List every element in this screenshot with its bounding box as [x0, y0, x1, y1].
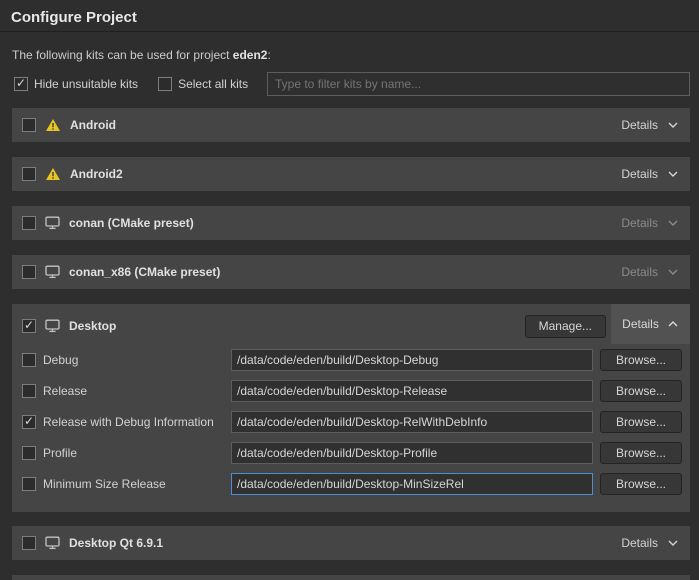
- kit-row-conan[interactable]: conan (CMake preset) Details: [12, 206, 690, 240]
- build-dir-input[interactable]: [231, 380, 593, 402]
- kit-name: conan (CMake preset): [69, 216, 194, 230]
- chevron-down-icon: [667, 170, 679, 178]
- kit-row-android2[interactable]: Android2 Details: [12, 157, 690, 191]
- intro-prefix: The following kits can be used for proje…: [12, 48, 233, 62]
- monitor-icon: [45, 536, 60, 550]
- chevron-down-icon: [667, 121, 679, 129]
- build-config-checkbox[interactable]: [22, 384, 36, 398]
- chevron-down-icon: [667, 219, 679, 227]
- monitor-icon: [45, 216, 60, 230]
- details-button-expanded[interactable]: Details: [611, 304, 690, 344]
- next-kit-row-partial: [12, 575, 690, 580]
- kit-name: Android2: [70, 167, 123, 181]
- build-config-checkbox[interactable]: [22, 415, 36, 429]
- browse-button[interactable]: Browse...: [600, 442, 682, 464]
- warning-icon: [45, 118, 61, 132]
- intro-text: The following kits can be used for proje…: [0, 32, 699, 62]
- kit-checkbox[interactable]: [22, 265, 36, 279]
- manage-button[interactable]: Manage...: [525, 315, 606, 338]
- details-button: Details: [621, 265, 679, 279]
- select-all-checkbox[interactable]: [158, 77, 172, 91]
- details-label: Details: [621, 536, 658, 550]
- details-button[interactable]: Details: [621, 536, 679, 550]
- project-name: eden2: [233, 48, 268, 62]
- kit-row-conan-x86[interactable]: conan_x86 (CMake preset) Details: [12, 255, 690, 289]
- build-config-checkbox[interactable]: [22, 353, 36, 367]
- kit-row-desktop-qt[interactable]: Desktop Qt 6.9.1 Details: [12, 526, 690, 560]
- kit-checkbox[interactable]: [22, 167, 36, 181]
- build-dir-input[interactable]: [231, 442, 593, 464]
- build-config-row-minsizerel: Minimum Size Release Browse...: [22, 473, 682, 495]
- browse-button[interactable]: Browse...: [600, 349, 682, 371]
- build-config-label: Minimum Size Release: [43, 477, 231, 491]
- hide-unsuitable-checkbox[interactable]: [14, 77, 28, 91]
- kit-row-desktop[interactable]: Desktop Manage... Details: [12, 304, 690, 348]
- browse-button[interactable]: Browse...: [600, 411, 682, 433]
- page-title: Configure Project: [0, 0, 699, 31]
- monitor-icon: [45, 319, 60, 333]
- kit-row-android[interactable]: Android Details: [12, 108, 690, 142]
- kit-checkbox[interactable]: [22, 216, 36, 230]
- build-config-row-relwithdebinfo: Release with Debug Information Browse...: [22, 411, 682, 433]
- chevron-up-icon: [667, 320, 679, 328]
- build-config-row-release: Release Browse...: [22, 380, 682, 402]
- details-button: Details: [621, 216, 679, 230]
- build-config-label: Debug: [43, 353, 231, 367]
- monitor-icon: [45, 265, 60, 279]
- build-config-label: Release: [43, 384, 231, 398]
- build-dir-input[interactable]: [231, 349, 593, 371]
- kit-name: Android: [70, 118, 116, 132]
- build-config-row-debug: Debug Browse...: [22, 349, 682, 371]
- build-config-checkbox[interactable]: [22, 477, 36, 491]
- select-all-label[interactable]: Select all kits: [178, 77, 248, 91]
- kit-checkbox[interactable]: [22, 319, 36, 333]
- details-button[interactable]: Details: [621, 118, 679, 132]
- build-dir-input-focused[interactable]: [231, 473, 593, 495]
- details-label: Details: [621, 265, 658, 279]
- hide-unsuitable-label[interactable]: Hide unsuitable kits: [34, 77, 138, 91]
- kit-name: conan_x86 (CMake preset): [69, 265, 220, 279]
- browse-button[interactable]: Browse...: [600, 473, 682, 495]
- kit-filter-toolbar: Hide unsuitable kits Select all kits: [0, 62, 699, 96]
- build-config-checkbox[interactable]: [22, 446, 36, 460]
- kit-panel-desktop: Desktop Manage... Details Debug Browse..…: [12, 304, 690, 512]
- build-config-label: Release with Debug Information: [43, 415, 231, 429]
- build-config-row-profile: Profile Browse...: [22, 442, 682, 464]
- chevron-down-icon: [667, 539, 679, 547]
- browse-button[interactable]: Browse...: [600, 380, 682, 402]
- details-label: Details: [621, 118, 658, 132]
- build-config-label: Profile: [43, 446, 231, 460]
- details-label: Details: [621, 216, 658, 230]
- build-dir-input[interactable]: [231, 411, 593, 433]
- warning-icon: [45, 167, 61, 181]
- intro-suffix: :: [267, 48, 270, 62]
- kit-name: Desktop: [69, 319, 116, 333]
- details-label: Details: [622, 317, 659, 331]
- kit-checkbox[interactable]: [22, 536, 36, 550]
- chevron-down-icon: [667, 268, 679, 276]
- build-config-list: Debug Browse... Release Browse... Releas…: [12, 348, 690, 512]
- kit-name: Desktop Qt 6.9.1: [69, 536, 163, 550]
- kit-checkbox[interactable]: [22, 118, 36, 132]
- details-button[interactable]: Details: [621, 167, 679, 181]
- kit-filter-input[interactable]: [267, 72, 690, 96]
- details-label: Details: [621, 167, 658, 181]
